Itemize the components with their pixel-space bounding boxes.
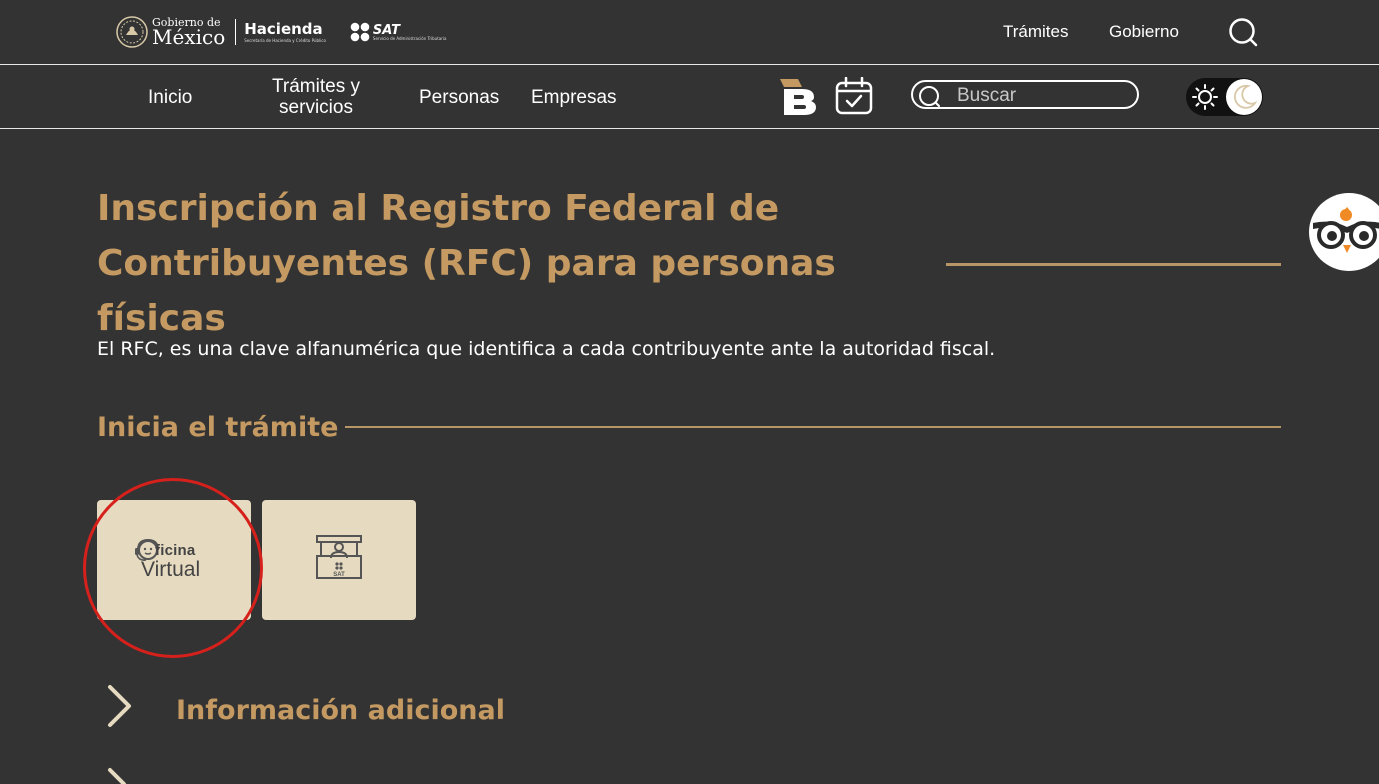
nav-item-tramites[interactable]: Trámites y servicios [260,76,372,118]
search-icon [919,86,940,107]
gobierno-logo[interactable]: Gobierno de México Hacienda Secretaría d… [116,14,446,50]
section-divider [345,426,1281,428]
intro-text: El RFC, es una clave alfanumérica que id… [97,338,996,360]
search-icon[interactable] [1228,17,1258,47]
top-bar: Gobierno de México Hacienda Secretaría d… [0,0,1379,65]
top-link-gobierno[interactable]: Gobierno [1109,22,1179,42]
logo-divider [235,19,237,45]
sat-sublabel: Servicio de Administración Tributaria [372,35,447,41]
oficina-label: ficina [155,542,196,559]
owl-icon [1313,207,1379,253]
virtual-label: Virtual [141,558,201,581]
hacienda-sublabel: Secretaría de Hacienda y Crédito Público [244,37,326,43]
calendar-icon[interactable] [835,77,875,115]
title-divider [946,263,1281,266]
sat-office-icon: SAT [316,535,362,579]
sat-label: SAT [372,22,400,38]
nav-item-inicio[interactable]: Inicio [148,87,192,108]
hacienda-label: Hacienda [244,19,323,38]
sun-icon [1192,84,1218,110]
mexico-seal-icon [116,16,148,48]
search-input[interactable] [955,84,1135,108]
gob-label-big: México [152,25,226,49]
sat-office-card[interactable]: SAT [262,500,416,620]
toggle-knob [1226,79,1262,115]
accordion-informacion-adicional[interactable]: Información adicional [104,683,704,731]
nav-item-empresas[interactable]: Empresas [531,87,617,108]
sat-office-label: SAT [333,572,345,578]
sat-logo-icon [350,22,370,42]
chevron-right-icon[interactable] [104,764,134,784]
page-title: Inscripción al Registro Federal de Contr… [97,188,836,339]
top-link-tramites[interactable]: Trámites [1003,22,1069,42]
nav-item-personas[interactable]: Personas [419,87,499,108]
b-app-icon[interactable] [780,79,818,115]
section-title: Inicia el trámite [97,412,339,443]
theme-toggle[interactable] [1186,78,1263,116]
owl-assistant[interactable] [1309,193,1379,271]
accordion-label: Información adicional [176,695,505,726]
oficina-virtual-card[interactable]: ficina Virtual [97,500,251,620]
moon-icon [1234,84,1258,109]
search-bar[interactable] [911,80,1139,109]
chevron-right-icon [108,685,131,727]
main-nav: Inicio Trámites y servicios Personas Emp… [0,65,1379,129]
